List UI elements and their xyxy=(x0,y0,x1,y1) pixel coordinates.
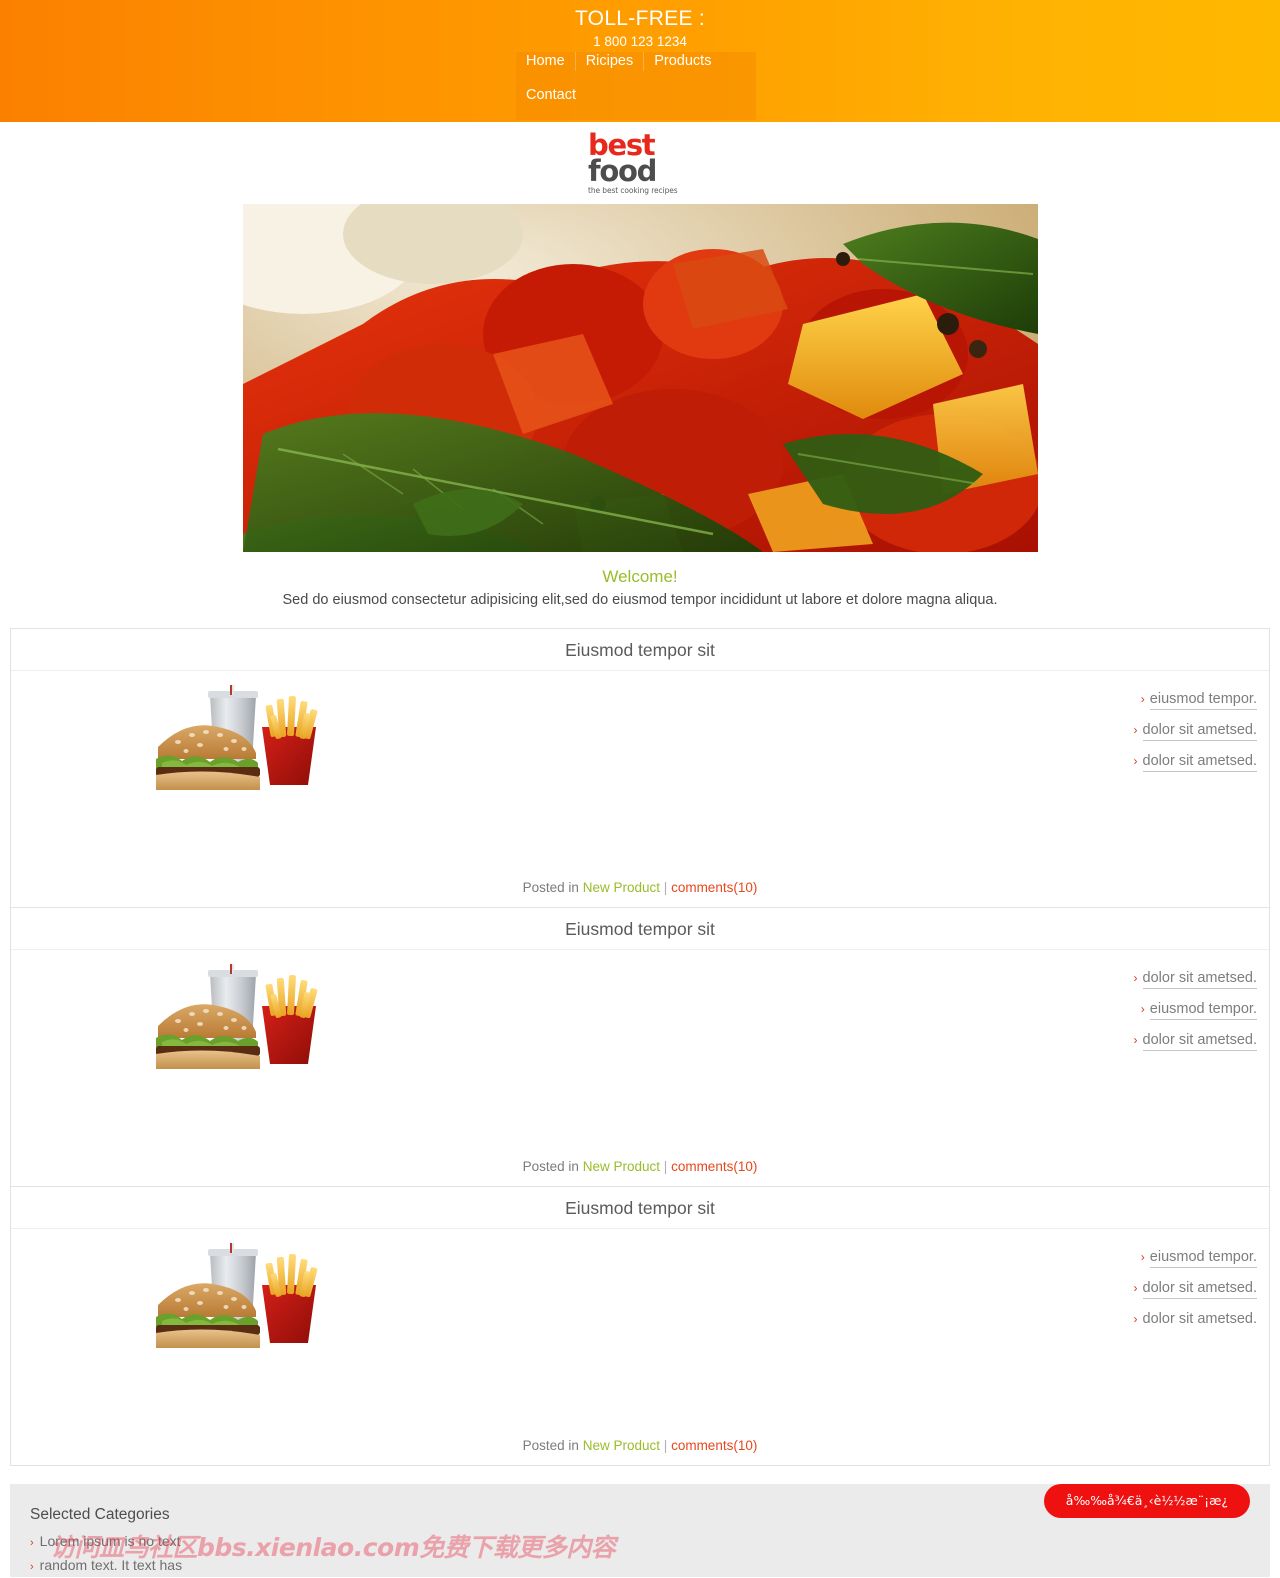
chevron-right-icon: › xyxy=(1133,971,1138,985)
article-title: Eiusmod tempor sit xyxy=(11,629,1269,671)
article-link[interactable]: dolor sit ametsed. xyxy=(1142,721,1257,741)
article-thumbnail-wrap xyxy=(11,964,331,1069)
article-link-row: › dolor sit ametsed. xyxy=(1134,969,1257,989)
burger-meal-image xyxy=(156,964,328,1069)
posted-in-label: Posted in xyxy=(522,1159,579,1174)
article-link-row: › dolor sit ametsed. xyxy=(1134,1031,1257,1051)
posted-in-label: Posted in xyxy=(522,1438,579,1453)
burger-meal-illustration xyxy=(156,1243,328,1348)
footer-item-label: random text. It text has xyxy=(39,1557,183,1573)
toll-free-label: TOLL-FREE : xyxy=(574,7,706,30)
burger-meal-illustration xyxy=(156,685,328,790)
chevron-right-icon: › xyxy=(1133,723,1138,737)
meta-separator: | xyxy=(663,1159,668,1174)
article-comments-link[interactable]: comments(10) xyxy=(671,1159,757,1174)
chevron-right-icon: › xyxy=(1133,1033,1138,1047)
chevron-right-icon: › xyxy=(30,1561,34,1573)
hero-image xyxy=(242,204,1038,552)
articles-list: Eiusmod tempor sit › eiusmod tempor. › d… xyxy=(0,628,1280,1466)
main-navigation: Home Ricipes Products Contact xyxy=(516,52,756,120)
article-link-row: › eiusmod tempor. xyxy=(1141,1000,1257,1020)
article-body: › eiusmod tempor. › dolor sit ametsed. ›… xyxy=(11,671,1269,871)
article-link[interactable]: dolor sit ametsed. xyxy=(1142,752,1257,772)
article-link[interactable]: eiusmod tempor. xyxy=(1149,1248,1257,1268)
article-category-link[interactable]: New Product xyxy=(583,880,660,895)
logo-tagline: the best cooking recipes xyxy=(588,186,678,196)
article-links: › dolor sit ametsed. › eiusmod tempor. ›… xyxy=(331,964,1269,1051)
article-link[interactable]: dolor sit ametsed. xyxy=(1142,969,1257,989)
logo-area: best food the best cooking recipes xyxy=(0,122,1280,204)
chevron-right-icon: › xyxy=(1140,1250,1145,1264)
article-title: Eiusmod tempor sit xyxy=(11,1187,1269,1229)
nav-item-contact[interactable]: Contact xyxy=(516,86,586,105)
chevron-right-icon: › xyxy=(30,1537,34,1549)
article-link[interactable]: eiusmod tempor. xyxy=(1149,1000,1257,1020)
nav-item-products[interactable]: Products xyxy=(644,52,721,71)
download-template-badge[interactable]: å‰‰å¾€ä¸‹è½½æ¨¡æ¿ xyxy=(1043,1484,1250,1518)
article-card: Eiusmod tempor sit xyxy=(10,1186,1270,1466)
article-link[interactable]: eiusmod tempor. xyxy=(1149,690,1257,710)
meta-separator: | xyxy=(663,1438,668,1453)
nav-item-home[interactable]: Home xyxy=(516,52,576,71)
hero-area xyxy=(0,204,1280,552)
article-link-row: › dolor sit ametsed. xyxy=(1134,1310,1257,1329)
article-card: Eiusmod tempor sit xyxy=(10,628,1270,907)
article-card: Eiusmod tempor sit xyxy=(10,907,1270,1186)
hero-food-illustration xyxy=(242,204,1038,552)
meta-separator: | xyxy=(663,880,668,895)
chevron-right-icon: › xyxy=(1133,1281,1138,1295)
article-title: Eiusmod tempor sit xyxy=(11,908,1269,950)
selected-categories-list: › Lorem ipsum is no text › random text. … xyxy=(30,1529,1270,1577)
burger-meal-image xyxy=(156,1243,328,1348)
article-body: › eiusmod tempor. › dolor sit ametsed. ›… xyxy=(11,1229,1269,1429)
site-logo[interactable]: best food the best cooking recipes xyxy=(588,131,696,195)
article-link-row: › eiusmod tempor. xyxy=(1141,1248,1257,1268)
welcome-title: Welcome! xyxy=(602,567,678,586)
article-link-row: › eiusmod tempor. xyxy=(1141,690,1257,710)
article-meta: Posted in New Product | comments(10) xyxy=(11,1437,1269,1455)
article-meta: Posted in New Product | comments(10) xyxy=(11,1158,1269,1176)
article-link[interactable]: dolor sit ametsed. xyxy=(1143,1310,1257,1329)
article-link-row: › dolor sit ametsed. xyxy=(1134,752,1257,772)
chevron-right-icon: › xyxy=(1133,754,1138,768)
footer-item-label: Lorem ipsum is no text xyxy=(39,1533,181,1549)
article-link[interactable]: dolor sit ametsed. xyxy=(1142,1031,1257,1051)
article-thumbnail-wrap xyxy=(11,1243,331,1348)
article-category-link[interactable]: New Product xyxy=(583,1159,660,1174)
article-link-row: › dolor sit ametsed. xyxy=(1134,721,1257,741)
article-comments-link[interactable]: comments(10) xyxy=(671,1438,757,1453)
article-meta: Posted in New Product | comments(10) xyxy=(11,879,1269,897)
nav-row-secondary: Contact xyxy=(516,86,756,105)
welcome-subtitle: Sed do eiusmod consectetur adipisicing e… xyxy=(282,592,998,608)
article-link-row: › dolor sit ametsed. xyxy=(1134,1279,1257,1299)
toll-free-number: 1 800 123 1234 xyxy=(593,34,687,49)
burger-meal-image xyxy=(156,685,328,790)
nav-item-ricipes[interactable]: Ricipes xyxy=(576,52,645,71)
site-header: TOLL-FREE : 1 800 123 1234 Home Ricipes … xyxy=(0,0,1280,122)
nav-row-primary: Home Ricipes Products xyxy=(516,52,756,71)
posted-in-label: Posted in xyxy=(522,880,579,895)
chevron-right-icon: › xyxy=(1140,1002,1145,1016)
logo-line-food: food xyxy=(588,154,657,189)
article-link[interactable]: dolor sit ametsed. xyxy=(1142,1279,1257,1299)
chevron-right-icon: › xyxy=(1133,1312,1138,1326)
article-links: › eiusmod tempor. › dolor sit ametsed. ›… xyxy=(331,685,1269,772)
article-comments-link[interactable]: comments(10) xyxy=(671,880,757,895)
footer-list-item[interactable]: › Lorem ipsum is no text xyxy=(30,1529,1270,1553)
footer-list-item[interactable]: › random text. It text has xyxy=(30,1553,1270,1577)
article-links: › eiusmod tempor. › dolor sit ametsed. ›… xyxy=(331,1243,1269,1329)
chevron-right-icon: › xyxy=(1140,692,1145,706)
burger-meal-illustration xyxy=(156,964,328,1069)
article-thumbnail-wrap xyxy=(11,685,331,790)
article-category-link[interactable]: New Product xyxy=(583,1438,660,1453)
article-body: › dolor sit ametsed. › eiusmod tempor. ›… xyxy=(11,950,1269,1150)
